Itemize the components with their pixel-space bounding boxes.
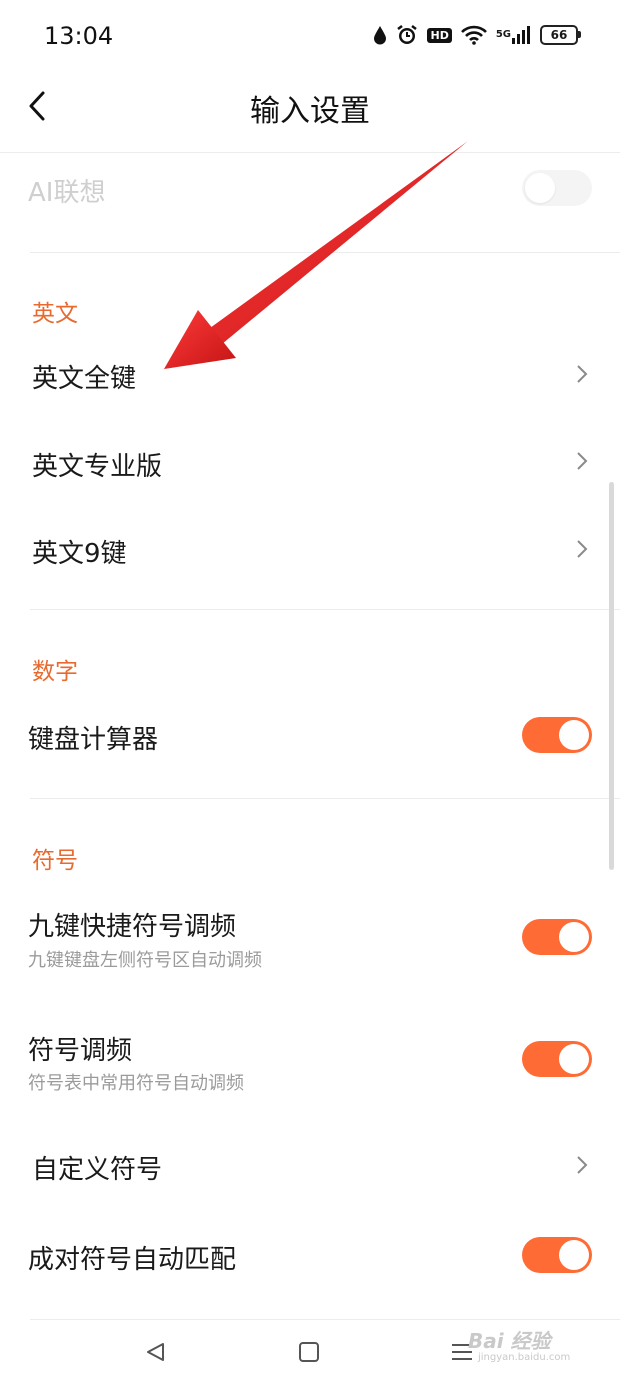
symbol-frequency-toggle[interactable]: [522, 1041, 592, 1077]
battery-icon: 66: [540, 25, 581, 45]
keyboard-calculator-label: 键盘计算器: [28, 725, 159, 755]
chevron-right-icon: [572, 361, 592, 387]
ai-suggest-toggle[interactable]: [522, 170, 592, 206]
square-home-icon: [299, 1342, 319, 1362]
pair-symbol-match-toggle[interactable]: [522, 1237, 592, 1273]
status-time: 13:04: [44, 22, 114, 50]
nine-key-symbol-toggle[interactable]: [522, 919, 592, 955]
keyboard-calculator-toggle[interactable]: [522, 717, 592, 753]
english-full-keyboard-item[interactable]: 英文全键: [32, 358, 136, 395]
alarm-clock-icon: [396, 24, 418, 46]
symbol-frequency-desc: 符号表中常用符号自动调频: [28, 1073, 244, 1094]
english-pro-item[interactable]: 英文专业版: [32, 446, 162, 483]
baidu-watermark: Bai 经验 jingyan.baidu.com: [468, 1330, 570, 1364]
pair-symbol-match-label: 成对符号自动匹配: [28, 1245, 237, 1275]
chevron-right-icon: [572, 1152, 592, 1178]
custom-symbol-item[interactable]: 自定义符号: [32, 1149, 162, 1186]
section-divider: [30, 252, 620, 253]
nav-home-button[interactable]: [291, 1334, 327, 1370]
section-divider: [30, 609, 620, 610]
watermark-main: Bai 经验: [468, 1329, 551, 1353]
page-title: 输入设置: [250, 94, 370, 129]
section-title-symbol: 符号: [32, 848, 78, 874]
system-nav-bar: Bai 经验 jingyan.baidu.com: [0, 1320, 620, 1386]
cellular-signal-icon: 5G: [496, 25, 531, 45]
status-icons: HD 5G 66: [373, 24, 581, 46]
english-9key-item[interactable]: 英文9键: [32, 533, 127, 570]
triangle-back-icon: [147, 1343, 164, 1361]
network-type: 5G: [495, 29, 511, 40]
battery-level: 66: [550, 28, 568, 42]
water-drop-icon: [373, 25, 387, 45]
nine-key-symbol-desc: 九键键盘左侧符号区自动调频: [28, 950, 262, 971]
header-divider: [0, 152, 620, 153]
chevron-right-icon: [572, 536, 592, 562]
section-title-english: 英文: [32, 301, 78, 327]
nine-key-symbol-label: 九键快捷符号调频: [28, 912, 237, 942]
nav-back-button[interactable]: [138, 1334, 174, 1370]
section-divider: [30, 798, 620, 799]
wifi-icon: [460, 25, 487, 45]
section-title-number: 数字: [32, 659, 78, 685]
ai-suggest-label: AI联想: [28, 178, 106, 208]
hd-icon: HD: [427, 27, 452, 43]
symbol-frequency-label: 符号调频: [28, 1036, 133, 1066]
chevron-right-icon: [572, 448, 592, 474]
scrollbar[interactable]: [609, 482, 614, 870]
watermark-sub: jingyan.baidu.com: [478, 1352, 571, 1363]
